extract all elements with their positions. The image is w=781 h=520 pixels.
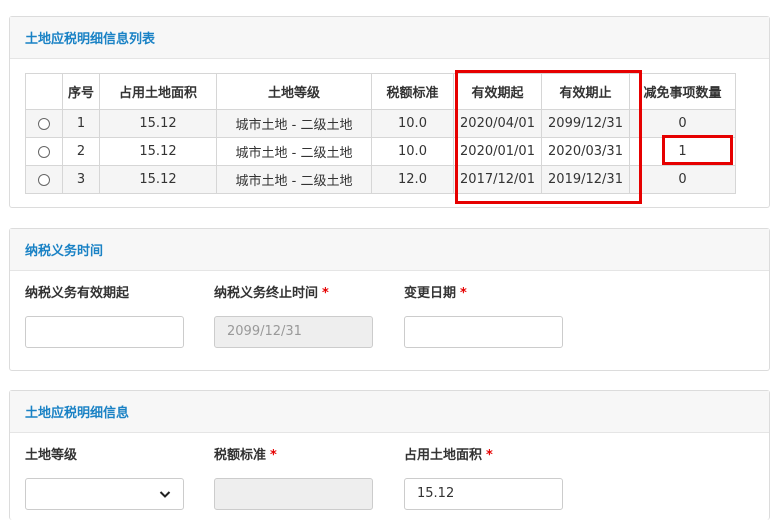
cell-grade: 城市土地 - 二级土地 xyxy=(216,137,372,166)
cell-no: 3 xyxy=(62,165,100,194)
required-mark: * xyxy=(270,448,277,463)
col-area: 占用土地面积 xyxy=(99,73,217,110)
cell-area: 15.12 xyxy=(99,109,217,138)
cell-start: 2020/04/01 xyxy=(453,109,542,138)
land-area-field: 占用土地面积 * 15.12 xyxy=(404,446,563,510)
col-no: 序号 xyxy=(62,73,100,110)
field-label: 占用土地面积 * xyxy=(404,448,493,463)
panel-title: 土地应税明细信息 xyxy=(10,391,769,433)
cell-start: 2020/01/01 xyxy=(453,137,542,166)
land-grade-field: 土地等级 xyxy=(25,446,184,510)
required-mark: * xyxy=(486,448,493,463)
field-label: 纳税义务有效期起 xyxy=(25,286,130,301)
field-label: 土地等级 xyxy=(25,448,78,463)
radio-icon[interactable] xyxy=(38,145,50,158)
row-select-cell[interactable] xyxy=(25,165,63,194)
tax-obligation-time-panel: 纳税义务时间 纳税义务有效期起 纳税义务终止时间 * 2099/12/31 变更日… xyxy=(9,228,770,371)
cell-exempt-count: 1 xyxy=(629,137,736,166)
cell-rate: 10.0 xyxy=(371,137,454,166)
col-start: 有效期起 xyxy=(453,73,542,110)
panel-title: 纳税义务时间 xyxy=(10,229,769,271)
land-tax-table: 序号 占用土地面积 土地等级 税额标准 有效期起 有效期止 减免事项数量 1 1… xyxy=(25,73,736,194)
chevron-down-icon xyxy=(159,491,171,498)
land-area-input[interactable]: 15.12 xyxy=(404,478,563,510)
col-end: 有效期止 xyxy=(541,73,630,110)
table-row[interactable]: 1 15.12 城市土地 - 二级土地 10.0 2020/04/01 2099… xyxy=(25,109,736,138)
change-date-input[interactable] xyxy=(404,316,563,348)
land-grade-select[interactable] xyxy=(25,478,184,510)
cell-start: 2017/12/01 xyxy=(453,165,542,194)
col-rate: 税额标准 xyxy=(371,73,454,110)
obligation-start-field: 纳税义务有效期起 xyxy=(25,284,184,348)
change-date-field: 变更日期 * xyxy=(404,284,563,348)
col-select xyxy=(25,73,63,110)
cell-area: 15.12 xyxy=(99,165,217,194)
cell-rate: 12.0 xyxy=(371,165,454,194)
col-exempt-count: 减免事项数量 xyxy=(629,73,736,110)
cell-no: 1 xyxy=(62,109,100,138)
radio-icon[interactable] xyxy=(38,173,50,186)
cell-grade: 城市土地 - 二级土地 xyxy=(216,165,372,194)
row-select-cell[interactable] xyxy=(25,137,63,166)
cell-end: 2019/12/31 xyxy=(541,165,630,194)
cell-exempt-count: 0 xyxy=(629,109,736,138)
obligation-start-input[interactable] xyxy=(25,316,184,348)
field-label: 变更日期 * xyxy=(404,286,467,301)
radio-icon[interactable] xyxy=(38,117,50,130)
field-label: 纳税义务终止时间 * xyxy=(214,286,329,301)
obligation-end-input: 2099/12/31 xyxy=(214,316,373,348)
cell-area: 15.12 xyxy=(99,137,217,166)
table-row[interactable]: 3 15.12 城市土地 - 二级土地 12.0 2017/12/01 2019… xyxy=(25,165,736,194)
table-row[interactable]: 2 15.12 城市土地 - 二级土地 10.0 2020/01/01 2020… xyxy=(25,137,736,166)
cell-rate: 10.0 xyxy=(371,109,454,138)
cell-end: 2020/03/31 xyxy=(541,137,630,166)
tax-rate-input xyxy=(214,478,373,510)
field-label: 税额标准 * xyxy=(214,448,277,463)
required-mark: * xyxy=(322,286,329,301)
col-grade: 土地等级 xyxy=(216,73,372,110)
tax-rate-field: 税额标准 * xyxy=(214,446,373,510)
row-select-cell[interactable] xyxy=(25,109,63,138)
land-tax-detail-panel: 土地应税明细信息 土地等级 税额标准 * 占用土地面积 * 15.12 xyxy=(9,390,770,520)
cell-end: 2099/12/31 xyxy=(541,109,630,138)
cell-no: 2 xyxy=(62,137,100,166)
obligation-end-field: 纳税义务终止时间 * 2099/12/31 xyxy=(214,284,373,348)
panel-title: 土地应税明细信息列表 xyxy=(10,17,769,59)
land-tax-detail-list-panel: 土地应税明细信息列表 序号 占用土地面积 土地等级 税额标准 有效期起 有效期止… xyxy=(9,16,770,208)
cell-exempt-count: 0 xyxy=(629,165,736,194)
required-mark: * xyxy=(460,286,467,301)
table-header-row: 序号 占用土地面积 土地等级 税额标准 有效期起 有效期止 减免事项数量 xyxy=(25,73,736,110)
cell-grade: 城市土地 - 二级土地 xyxy=(216,109,372,138)
